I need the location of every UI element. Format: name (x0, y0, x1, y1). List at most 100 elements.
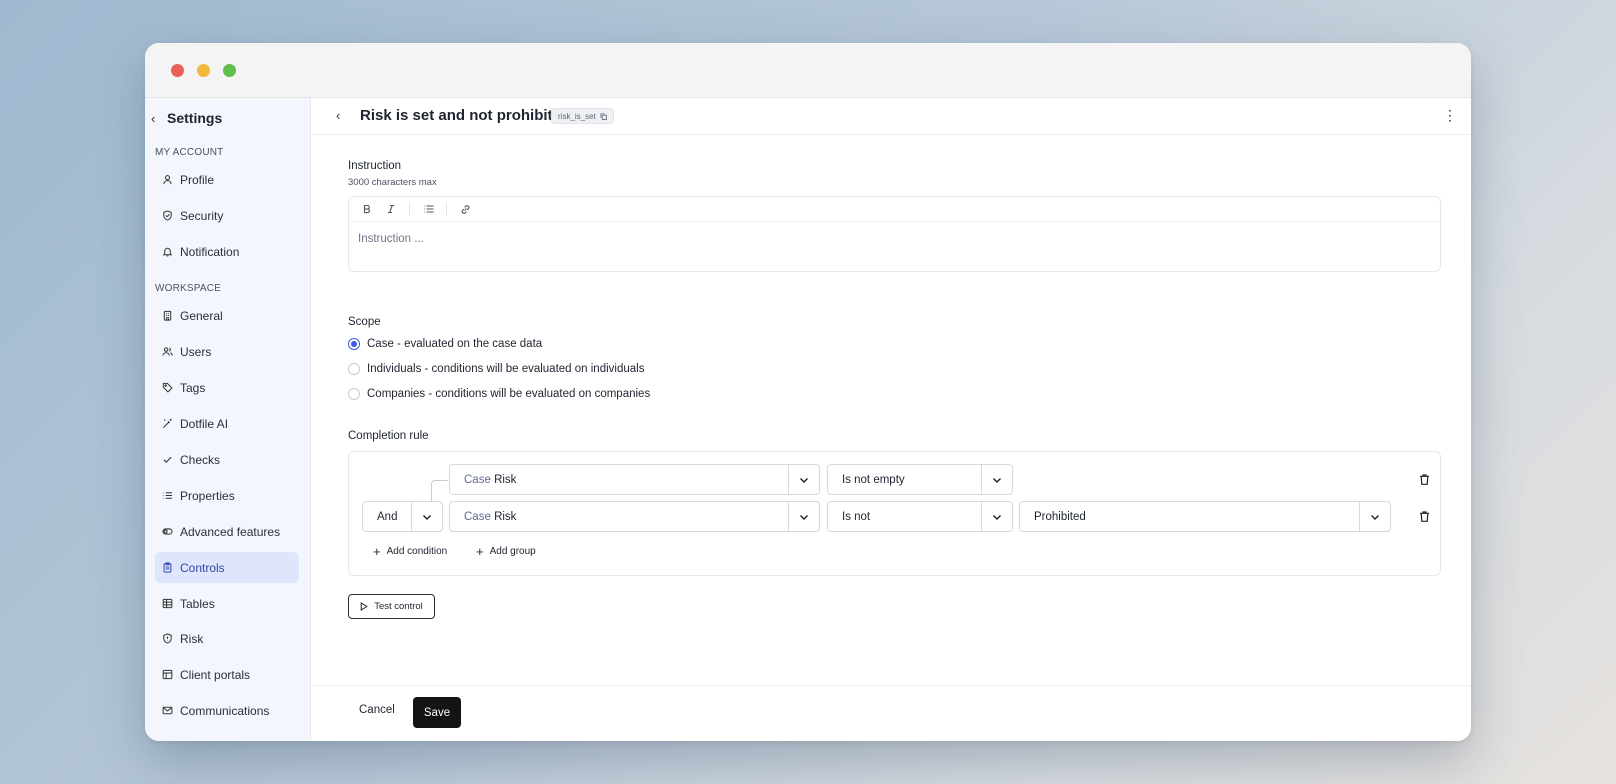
plus-icon: + (476, 544, 484, 559)
condition-1-operator-select[interactable]: Is not empty (827, 464, 1013, 495)
users-icon (162, 346, 173, 357)
bullet-list-icon[interactable] (419, 200, 437, 218)
cancel-button[interactable]: Cancel (359, 704, 395, 716)
sidebar-item-tables[interactable]: Tables (155, 588, 299, 619)
sidebar-item-label: General (180, 308, 223, 323)
sidebar-item-label: Dotfile AI (180, 416, 229, 431)
test-control-label: Test control (374, 601, 423, 612)
add-group-label: Add group (489, 546, 536, 557)
tag-icon (162, 382, 173, 393)
sidebar-item-label: Advanced features (180, 524, 281, 539)
sidebar-item-label: Checks (180, 452, 221, 467)
chevron-down-icon[interactable] (788, 502, 819, 531)
scope-option-case[interactable]: Case - evaluated on the case data (348, 338, 542, 350)
instruction-editor[interactable]: Instruction ... (348, 196, 1441, 272)
sidebar-item-label: Profile (180, 172, 215, 187)
page-title: Risk is set and not prohibited (360, 107, 571, 124)
link-icon[interactable] (456, 200, 474, 218)
chevron-down-icon[interactable] (981, 465, 1012, 494)
sidebar-item-profile[interactable]: Profile (155, 164, 299, 195)
maximize-window-button[interactable] (223, 64, 236, 77)
editor-toolbar (349, 197, 1440, 222)
sidebar-item-dotfile-ai[interactable]: Dotfile AI (155, 408, 299, 439)
building-icon (162, 310, 173, 321)
scope-option-label: Companies - conditions will be evaluated… (367, 388, 651, 400)
condition-2-operator-select[interactable]: Is not (827, 501, 1013, 532)
bell-icon (162, 246, 173, 257)
scope-option-label: Case - evaluated on the case data (367, 338, 543, 350)
sidebar-item-risk[interactable]: Risk (155, 623, 299, 654)
logic-operator-select[interactable]: And (362, 501, 443, 532)
table-icon (162, 598, 173, 609)
sidebar-item-label: Tags (180, 380, 206, 395)
radio-unchecked[interactable] (348, 388, 360, 400)
operator-value: Is not empty (842, 473, 905, 486)
operator-value: Is not (842, 510, 871, 523)
sidebar-title: Settings (167, 110, 223, 126)
settings-sidebar: ‹ Settings MY ACCOUNT Profile Security N… (145, 98, 311, 741)
copy-icon (600, 112, 607, 120)
trash-icon[interactable] (1417, 509, 1431, 523)
play-icon (360, 602, 368, 611)
condition-2-value-select[interactable]: Prohibited (1019, 501, 1391, 532)
field-name: Risk (494, 473, 517, 486)
trash-icon[interactable] (1417, 472, 1431, 486)
mail-icon (162, 705, 173, 716)
list-icon (162, 490, 173, 501)
section-label-workspace: WORKSPACE (155, 283, 222, 294)
sidebar-item-label: Client portals (180, 667, 251, 682)
scope-option-companies[interactable]: Companies - conditions will be evaluated… (348, 388, 650, 400)
sidebar-item-advanced-features[interactable]: Advanced features (155, 516, 299, 547)
sidebar-item-label: Notification (180, 244, 240, 259)
test-control-button[interactable]: Test control (348, 594, 435, 619)
sidebar-item-label: Properties (180, 488, 235, 503)
sidebar-item-security[interactable]: Security (155, 200, 299, 231)
italic-icon[interactable] (382, 200, 400, 218)
toolbar-divider (409, 203, 410, 215)
minimize-window-button[interactable] (197, 64, 210, 77)
sidebar-item-tags[interactable]: Tags (155, 372, 299, 403)
layout-icon (162, 669, 173, 680)
radio-unchecked[interactable] (348, 363, 360, 375)
close-window-button[interactable] (171, 64, 184, 77)
sidebar-item-general[interactable]: General (155, 300, 299, 331)
condition-1-field-select[interactable]: Case Risk (449, 464, 820, 495)
radio-checked[interactable] (348, 338, 360, 350)
add-condition-label: Add condition (386, 546, 448, 557)
save-button[interactable]: Save (413, 697, 461, 728)
scope-label: Scope (348, 316, 381, 328)
sidebar-item-communications[interactable]: Communications (155, 695, 299, 726)
scope-option-individuals[interactable]: Individuals - conditions will be evaluat… (348, 363, 644, 375)
sidebar-item-notification[interactable]: Notification (155, 236, 299, 267)
more-options-icon[interactable]: ⋮ (1443, 108, 1457, 122)
chevron-down-icon[interactable] (788, 465, 819, 494)
chevron-left-icon: ‹ (151, 110, 156, 126)
toggle-icon (162, 526, 173, 537)
chevron-down-icon[interactable] (981, 502, 1012, 531)
toolbar-divider (446, 203, 447, 215)
chevron-down-icon[interactable] (1359, 502, 1390, 531)
add-condition-button[interactable]: + Add condition (373, 545, 447, 558)
sidebar-item-users[interactable]: Users (155, 336, 299, 367)
add-group-button[interactable]: + Add group (476, 545, 536, 558)
sidebar-item-label: Communications (180, 703, 270, 718)
chevron-down-icon[interactable] (411, 502, 442, 531)
settings-back-link[interactable]: ‹ Settings (151, 110, 222, 126)
sidebar-item-properties[interactable]: Properties (155, 480, 299, 511)
condition-connector (431, 480, 448, 503)
instruction-hint: 3000 characters max (348, 177, 437, 188)
window-titlebar (145, 43, 1471, 98)
sidebar-item-checks[interactable]: Checks (155, 444, 299, 475)
condition-2-field-select[interactable]: Case Risk (449, 501, 820, 532)
control-code-badge[interactable]: risk_is_set (551, 108, 614, 124)
app-window: ‹ Settings MY ACCOUNT Profile Security N… (145, 43, 1471, 741)
instruction-placeholder: Instruction ... (358, 233, 424, 245)
page-header: ‹ Risk is set and not prohibited risk_is… (311, 98, 1471, 135)
control-code: risk_is_set (558, 111, 596, 121)
sidebar-item-client-portals[interactable]: Client portals (155, 659, 299, 690)
clipboard-icon (162, 562, 173, 573)
bold-icon[interactable] (358, 200, 376, 218)
sidebar-item-label: Security (180, 208, 224, 223)
back-button[interactable]: ‹ (336, 108, 340, 123)
sidebar-item-controls[interactable]: Controls (155, 552, 299, 583)
